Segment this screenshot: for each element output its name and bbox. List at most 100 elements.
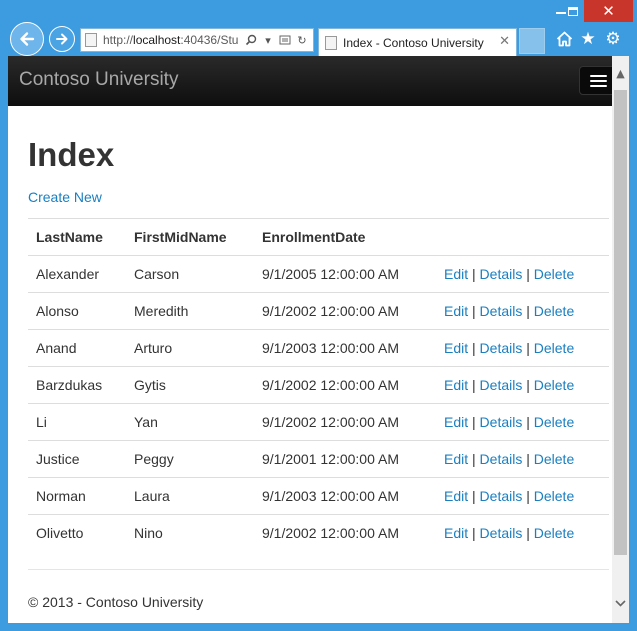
edit-link[interactable]: Edit — [444, 451, 468, 467]
cell-first-mid-name: Nino — [126, 514, 254, 552]
details-link[interactable]: Details — [480, 303, 523, 319]
back-button[interactable] — [10, 22, 44, 56]
address-bar[interactable]: http://localhost:40436/Stu ▾ ↻ — [80, 28, 314, 52]
tab-title: Index - Contoso University — [343, 35, 484, 50]
action-separator: | — [472, 488, 476, 504]
action-separator: | — [526, 303, 530, 319]
create-new-link[interactable]: Create New — [28, 189, 102, 205]
details-link[interactable]: Details — [480, 377, 523, 393]
details-link[interactable]: Details — [480, 340, 523, 356]
page-title: Index — [28, 136, 115, 173]
edit-link[interactable]: Edit — [444, 340, 468, 356]
table-row: Justice Peggy 9/1/2001 12:00:00 AM Edit | D… — [28, 440, 609, 478]
cell-last-name: Justice — [28, 440, 126, 478]
scroll-down-icon[interactable] — [612, 591, 629, 615]
page-viewport: Contoso University Index Create New Last… — [8, 56, 629, 623]
action-separator: | — [526, 414, 530, 430]
edit-link[interactable]: Edit — [444, 414, 468, 430]
footer-divider — [28, 569, 609, 570]
cell-first-mid-name: Arturo — [126, 329, 254, 367]
table-row: Barzdukas Gytis 9/1/2002 12:00:00 AM Edit |… — [28, 366, 609, 404]
dropdown-icon[interactable]: ▾ — [261, 32, 275, 48]
column-header-actions — [436, 218, 609, 256]
cell-enrollment-date: 9/1/2002 12:00:00 AM — [254, 403, 436, 441]
cell-actions: Edit | Details | Delete — [436, 440, 609, 478]
delete-link[interactable]: Delete — [534, 414, 574, 430]
edit-link[interactable]: Edit — [444, 377, 468, 393]
delete-link[interactable]: Delete — [534, 525, 574, 541]
address-scheme: http:// — [103, 33, 134, 47]
column-header: EnrollmentDate — [254, 218, 436, 256]
forward-button[interactable] — [49, 26, 75, 52]
cell-enrollment-date: 9/1/2002 12:00:00 AM — [254, 366, 436, 404]
table-header-row: LastName FirstMidName EnrollmentDate — [28, 218, 609, 256]
action-separator: | — [526, 340, 530, 356]
edit-link[interactable]: Edit — [444, 488, 468, 504]
cell-first-mid-name: Yan — [126, 403, 254, 441]
scroll-thumb[interactable] — [614, 90, 627, 555]
edit-link[interactable]: Edit — [444, 525, 468, 541]
main-content: Index Create New LastName FirstMidName E… — [28, 106, 609, 552]
column-header: LastName — [28, 218, 126, 256]
delete-link[interactable]: Delete — [534, 340, 574, 356]
cell-first-mid-name: Peggy — [126, 440, 254, 478]
table-row: Olivetto Nino 9/1/2002 12:00:00 AM Edit | D… — [28, 514, 609, 552]
table-row: Li Yan 9/1/2002 12:00:00 AM Edit | Details … — [28, 403, 609, 441]
tab-page-icon — [325, 35, 337, 50]
action-separator: | — [472, 414, 476, 430]
cell-actions: Edit | Details | Delete — [436, 366, 609, 404]
cell-enrollment-date: 9/1/2003 12:00:00 AM — [254, 477, 436, 515]
favorites-icon[interactable]: ★ — [577, 28, 599, 50]
edit-link[interactable]: Edit — [444, 303, 468, 319]
cell-first-mid-name: Gytis — [126, 366, 254, 404]
address-host: localhost — [133, 33, 181, 47]
action-separator: | — [472, 303, 476, 319]
page-icon — [85, 33, 97, 47]
compat-icon[interactable] — [278, 32, 292, 48]
action-separator: | — [472, 525, 476, 542]
search-icon[interactable] — [244, 32, 258, 48]
maximize-button[interactable] — [560, 0, 586, 22]
scroll-up-icon[interactable]: ▲ — [612, 56, 629, 90]
close-window-button[interactable]: ✕ — [584, 0, 633, 22]
new-tab-button[interactable] — [519, 28, 545, 54]
close-tab-icon[interactable]: ✕ — [499, 34, 510, 49]
delete-link[interactable]: Delete — [534, 451, 574, 467]
action-separator: | — [526, 488, 530, 504]
table-row: Alexander Carson 9/1/2005 12:00:00 AM Edit … — [28, 255, 609, 293]
cell-last-name: Norman — [28, 477, 126, 515]
cell-enrollment-date: 9/1/2005 12:00:00 AM — [254, 255, 436, 293]
home-icon[interactable] — [553, 28, 575, 50]
tab-active[interactable]: Index - Contoso University ✕ — [318, 28, 517, 56]
details-link[interactable]: Details — [480, 266, 523, 282]
cell-enrollment-date: 9/1/2002 12:00:00 AM — [254, 292, 436, 330]
delete-link[interactable]: Delete — [534, 488, 574, 504]
cell-last-name: Anand — [28, 329, 126, 367]
details-link[interactable]: Details — [480, 414, 523, 430]
maximize-icon — [568, 6, 578, 16]
action-separator: | — [526, 377, 530, 393]
settings-icon[interactable]: ⚙ — [602, 28, 624, 50]
vertical-scrollbar[interactable]: ▲ — [612, 56, 629, 623]
delete-link[interactable]: Delete — [534, 266, 574, 282]
cell-actions: Edit | Details | Delete — [436, 514, 609, 552]
cell-last-name: Olivetto — [28, 514, 126, 552]
details-link[interactable]: Details — [480, 488, 523, 504]
details-link[interactable]: Details — [480, 451, 523, 467]
close-icon: ✕ — [602, 2, 615, 20]
details-link[interactable]: Details — [480, 525, 523, 541]
delete-link[interactable]: Delete — [534, 377, 574, 393]
address-tools: ▾ ↻ — [241, 32, 309, 48]
forward-icon — [56, 33, 68, 45]
delete-link[interactable]: Delete — [534, 303, 574, 319]
edit-link[interactable]: Edit — [444, 266, 468, 282]
cell-first-mid-name: Laura — [126, 477, 254, 515]
cell-last-name: Alonso — [28, 292, 126, 330]
browser-chrome: ✕ http://localhost:40436/Stu ▾ ↻ Index … — [0, 0, 637, 56]
cell-enrollment-date: 9/1/2002 12:00:00 AM — [254, 514, 436, 552]
cell-last-name: Alexander — [28, 255, 126, 293]
site-brand[interactable]: Contoso University — [19, 69, 178, 91]
refresh-icon[interactable]: ↻ — [295, 32, 309, 48]
action-separator: | — [472, 377, 476, 393]
hamburger-icon-line — [589, 84, 607, 87]
